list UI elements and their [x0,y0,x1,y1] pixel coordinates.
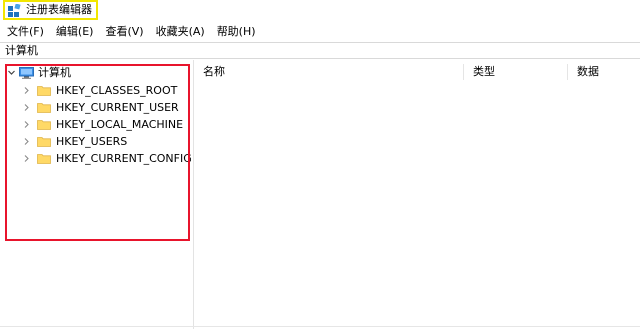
menu-help[interactable]: 帮助(H) [210,23,261,41]
tree-node-hkey-current-config[interactable]: HKEY_CURRENT_CONFIG [22,150,192,167]
folder-icon [37,103,51,113]
tree-label-hkey-current-config: HKEY_CURRENT_CONFIG [56,152,192,165]
address-path: 计算机 [5,44,38,57]
chevron-right-icon[interactable] [22,103,31,112]
folder-icon [37,120,51,130]
chevron-down-icon[interactable] [7,68,16,77]
tree-node-hkey-users[interactable]: HKEY_USERS [22,133,127,150]
tree-label-hkey-current-user: HKEY_CURRENT_USER [56,101,179,114]
chevron-right-icon[interactable] [22,120,31,129]
chevron-right-icon[interactable] [22,86,31,95]
pane-splitter[interactable] [193,60,194,329]
column-label-data: 数据 [577,65,599,78]
folder-icon [37,86,51,96]
tree-label-hkey-users: HKEY_USERS [56,135,128,148]
menu-favorites[interactable]: 收藏夹(A) [149,23,210,41]
chevron-right-icon[interactable] [22,154,31,163]
tree-node-hkey-local-machine[interactable]: HKEY_LOCAL_MACHINE [22,116,183,133]
regedit-app-icon [8,3,21,17]
tree-label-computer: 计算机 [38,66,71,79]
tree-node-hkey-current-user[interactable]: HKEY_CURRENT_USER [22,99,179,116]
column-label-name: 名称 [203,65,225,78]
address-bar[interactable]: 计算机 [0,42,640,59]
tree-node-hkey-classes-root[interactable]: HKEY_CLASSES_ROOT [22,82,177,99]
tree-node-computer[interactable]: 计算机 [7,64,71,81]
menu-file[interactable]: 文件(F) [0,23,49,41]
status-divider [0,326,640,327]
chevron-right-icon[interactable] [22,137,31,146]
title-bar: 注册表编辑器 [0,0,640,22]
column-header-name[interactable]: 名称 [194,62,464,82]
menu-bar: 文件(F) 编辑(E) 查看(V) 收藏夹(A) 帮助(H) [0,23,640,41]
window-title: 注册表编辑器 [26,3,92,16]
list-header: 名称 类型 数据 [194,62,640,82]
folder-icon [37,137,51,147]
computer-icon [19,66,34,79]
column-header-data[interactable]: 数据 [568,62,640,82]
title-highlight-box: 注册表编辑器 [3,0,98,20]
tree-label-hkey-local-machine: HKEY_LOCAL_MACHINE [56,118,184,131]
folder-icon [37,154,51,164]
column-header-type[interactable]: 类型 [464,62,568,82]
menu-edit[interactable]: 编辑(E) [49,23,99,41]
tree-label-hkey-classes-root: HKEY_CLASSES_ROOT [56,84,178,97]
column-label-type: 类型 [473,65,495,78]
menu-view[interactable]: 查看(V) [98,23,148,41]
